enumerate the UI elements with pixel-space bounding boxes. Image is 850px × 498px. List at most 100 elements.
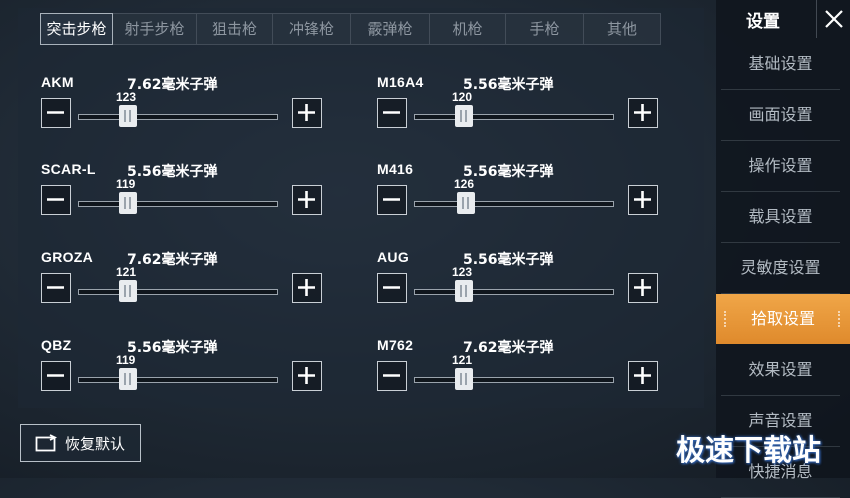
minus-icon [47,374,64,377]
weapon-setting-scar-l: SCAR-L 5.56毫米子弹 119 [41,161,341,236]
watermark: 极速下载站 [676,433,822,467]
ammo-type: 7.62毫米子弹 [127,252,218,268]
sidebar-item-2[interactable]: 操作设置 [721,141,840,192]
ammo-type: 5.56毫米子弹 [463,252,554,268]
tab-sniper-rifle[interactable]: 狙击枪 [197,13,273,45]
plus-icon [298,367,315,384]
slider-value: 121 [116,265,137,279]
slider-thumb[interactable] [119,192,137,214]
sidebar-item-4[interactable]: 灵敏度设置 [721,243,840,294]
slider-value: 123 [452,265,473,279]
sidebar-item-5[interactable]: 拾取设置 [716,294,850,344]
sidebar-item-0[interactable]: 基础设置 [721,39,840,90]
plus-icon [298,104,315,121]
ammo-type: 5.56毫米子弹 [127,340,218,356]
ammo-type: 7.62毫米子弹 [127,77,218,93]
decrease-button[interactable] [41,273,71,303]
slider-thumb[interactable] [457,192,475,214]
decrease-button[interactable] [377,361,407,391]
increase-button[interactable] [292,273,322,303]
ammo-type: 5.56毫米子弹 [463,164,554,180]
weapon-name: M16A4 [377,74,424,90]
increase-button[interactable] [292,361,322,391]
restore-default-button[interactable]: 恢复默认 [20,424,141,462]
minus-icon [383,374,400,377]
weapon-name: AUG [377,249,410,265]
weapon-name: QBZ [41,337,72,353]
increase-button[interactable] [292,185,322,215]
weapon-setting-m416: M416 5.56毫米子弹 126 [377,161,677,236]
restore-default-label: 恢复默认 [65,434,126,453]
sidebar-title: 设置 [746,12,780,32]
slider-value: 121 [452,353,473,367]
sensitivity-slider[interactable] [78,377,278,383]
weapon-setting-groza: GROZA 7.62毫米子弹 121 [41,249,341,324]
sensitivity-slider[interactable] [78,201,278,207]
increase-button[interactable] [628,273,658,303]
tab-machine-gun[interactable]: 机枪 [430,13,506,45]
settings-sidebar: 设置 基础设置 画面设置 操作设置 载具设置 灵敏度设置 拾取设置 效果设置 声音设置 快捷消息 [716,0,850,498]
restore-icon [35,434,58,452]
plus-icon [634,367,651,384]
decrease-button[interactable] [41,98,71,128]
slider-thumb[interactable] [119,105,137,127]
close-button[interactable] [816,0,850,38]
sidebar-item-3[interactable]: 载具设置 [721,192,840,243]
slider-value: 120 [452,90,473,104]
sensitivity-slider[interactable] [414,114,614,120]
minus-icon [383,286,400,289]
weapon-setting-akm: AKM 7.62毫米子弹 123 [41,74,341,149]
tab-other[interactable]: 其他 [584,13,661,45]
slider-thumb[interactable] [455,105,473,127]
increase-button[interactable] [628,361,658,391]
sidebar-item-6[interactable]: 效果设置 [721,345,840,396]
minus-icon [47,111,64,114]
minus-icon [47,198,64,201]
minus-icon [383,111,400,114]
plus-icon [634,191,651,208]
weapon-setting-qbz: QBZ 5.56毫米子弹 119 [41,337,341,412]
ammo-type: 5.56毫米子弹 [463,77,554,93]
slider-value: 126 [454,177,475,191]
sensitivity-slider[interactable] [78,289,278,295]
sensitivity-slider[interactable] [414,289,614,295]
decrease-button[interactable] [41,185,71,215]
sidebar-item-1[interactable]: 画面设置 [721,90,840,141]
weapon-category-tabs: 突击步枪 射手步枪 狙击枪 冲锋枪 霰弹枪 机枪 手枪 其他 [40,13,661,45]
increase-button[interactable] [292,98,322,128]
decrease-button[interactable] [41,361,71,391]
close-icon [825,10,843,28]
sensitivity-slider[interactable] [414,201,614,207]
weapon-name: GROZA [41,249,94,265]
slider-thumb[interactable] [119,368,137,390]
decrease-button[interactable] [377,273,407,303]
slider-value: 119 [116,353,136,367]
plus-icon [298,279,315,296]
weapon-name: M416 [377,161,414,177]
ammo-type: 5.56毫米子弹 [127,164,218,180]
increase-button[interactable] [628,98,658,128]
sensitivity-slider[interactable] [78,114,278,120]
slider-thumb[interactable] [455,280,473,302]
decrease-button[interactable] [377,185,407,215]
slider-value: 123 [116,90,137,104]
plus-icon [634,104,651,121]
ammo-type: 7.62毫米子弹 [463,340,554,356]
sensitivity-slider[interactable] [414,377,614,383]
tab-pistol[interactable]: 手枪 [506,13,584,45]
tab-smg[interactable]: 冲锋枪 [273,13,351,45]
weapon-name: M762 [377,337,414,353]
slider-thumb[interactable] [119,280,137,302]
increase-button[interactable] [628,185,658,215]
minus-icon [47,286,64,289]
plus-icon [634,279,651,296]
weapon-setting-aug: AUG 5.56毫米子弹 123 [377,249,677,324]
weapon-setting-m16a4: M16A4 5.56毫米子弹 120 [377,74,677,149]
tab-shotgun[interactable]: 霰弹枪 [351,13,430,45]
slider-value: 119 [116,177,136,191]
tab-marksman-rifle[interactable]: 射手步枪 [113,13,197,45]
slider-thumb[interactable] [455,368,473,390]
decrease-button[interactable] [377,98,407,128]
minus-icon [383,198,400,201]
tab-assault-rifle[interactable]: 突击步枪 [40,13,113,45]
